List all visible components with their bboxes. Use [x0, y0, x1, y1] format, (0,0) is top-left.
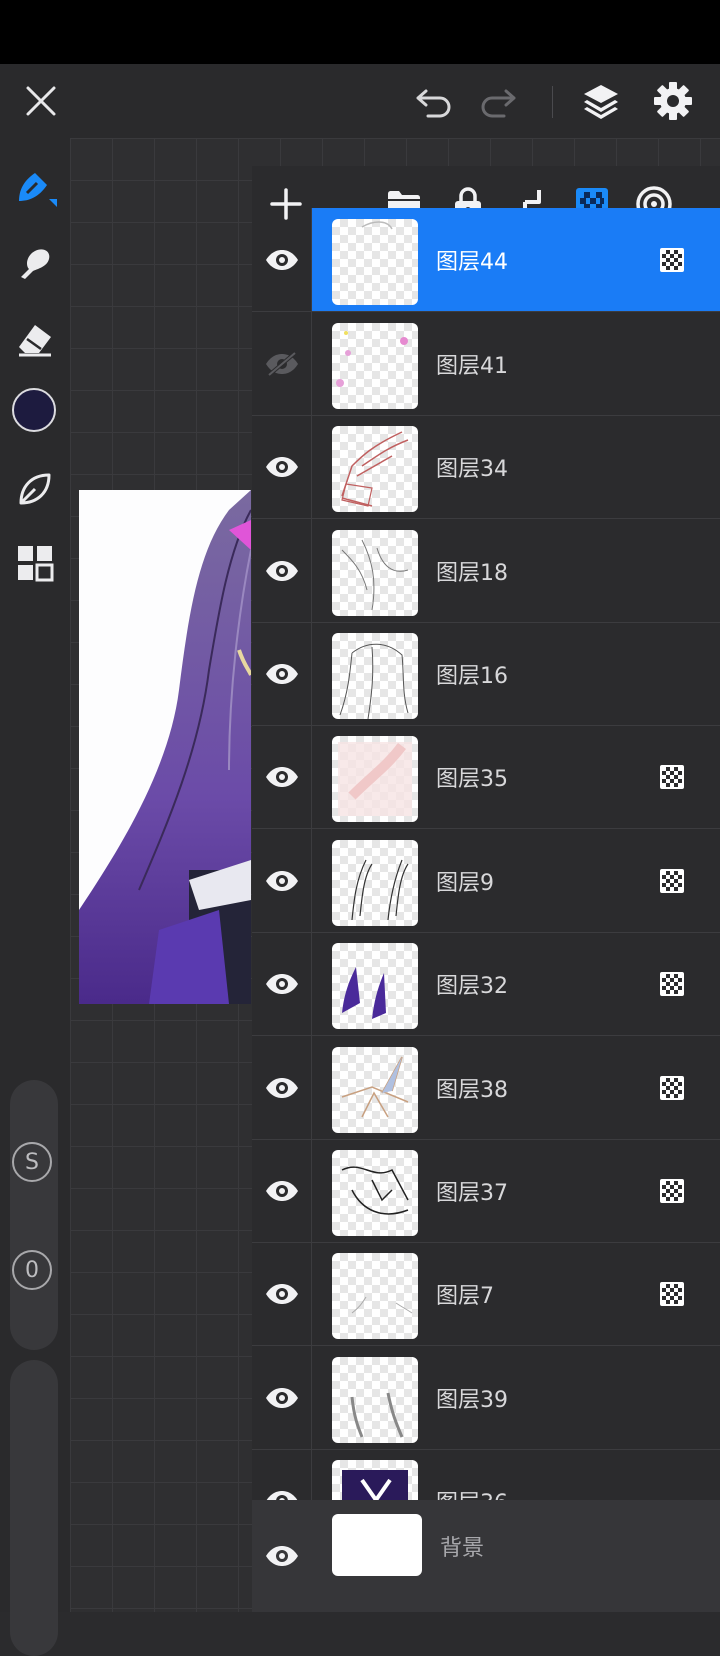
artwork-canvas[interactable]: [79, 490, 251, 1004]
alpha-lock-icon[interactable]: [660, 972, 684, 996]
redo-icon[interactable]: [476, 80, 520, 124]
eraser-icon[interactable]: [10, 314, 60, 364]
layer-thumbnail: [332, 530, 418, 616]
eye-icon[interactable]: [260, 1536, 304, 1576]
layer-thumbnail: [332, 1150, 418, 1236]
size-label: S: [25, 1149, 39, 1175]
grid-icon[interactable]: [10, 538, 60, 588]
alpha-lock-icon[interactable]: [660, 1282, 684, 1306]
layer-row[interactable]: 图层37: [252, 1139, 720, 1243]
layer-name: 图层32: [436, 973, 508, 999]
layer-row[interactable]: 图层39: [252, 1346, 720, 1450]
background-layer-row[interactable]: 背景: [252, 1500, 720, 1612]
close-icon[interactable]: [18, 78, 64, 124]
smudge-icon[interactable]: [10, 238, 60, 288]
layer-name: 图层9: [436, 870, 494, 896]
layer-thumbnail: [332, 840, 418, 926]
layer-thumbnail: [332, 1357, 418, 1443]
layers-panel: 图层44 图层41 图层34 图层18 图层16 图层35 图层9 图层32 图层38 图层37 图…: [252, 166, 720, 1612]
layer-row[interactable]: 图层35: [252, 725, 720, 829]
gear-icon[interactable]: [650, 78, 696, 124]
eye-icon[interactable]: [252, 415, 312, 518]
undo-icon[interactable]: [412, 80, 456, 124]
layer-row[interactable]: 图层9: [252, 829, 720, 933]
layer-name: 图层44: [436, 249, 508, 275]
eye-icon[interactable]: [252, 932, 312, 1035]
layer-row[interactable]: 图层32: [252, 932, 720, 1036]
layer-row[interactable]: 图层38: [252, 1036, 720, 1140]
layer-thumbnail: [332, 323, 418, 409]
layer-thumbnail: [332, 633, 418, 719]
layer-name: 背景: [440, 1536, 485, 1561]
layer-row[interactable]: 图层16: [252, 622, 720, 726]
alpha-lock-icon[interactable]: [660, 248, 684, 272]
color-swatch[interactable]: [12, 388, 56, 432]
layer-name: 图层35: [436, 766, 508, 792]
layer-row[interactable]: 图层44: [252, 208, 720, 312]
layer-name: 图层41: [436, 353, 508, 379]
layer-name: 图层38: [436, 1077, 508, 1103]
eye-hidden-icon[interactable]: [252, 312, 312, 415]
layer-name: 图层18: [436, 560, 508, 586]
layer-row[interactable]: 图层34: [252, 415, 720, 519]
layer-name: 图层34: [436, 456, 508, 482]
eye-icon[interactable]: [252, 208, 312, 311]
status-bar: [0, 0, 720, 64]
layer-row[interactable]: 图层7: [252, 1242, 720, 1346]
layer-name: 图层39: [436, 1387, 508, 1413]
alpha-lock-icon[interactable]: [660, 1076, 684, 1100]
layer-name: 图层7: [436, 1283, 494, 1309]
size-toggle-button[interactable]: S: [12, 1142, 52, 1182]
top-toolbar: [0, 64, 720, 138]
layer-thumbnail: [332, 736, 418, 822]
eye-icon[interactable]: [252, 1036, 312, 1139]
layers-icon[interactable]: [578, 78, 624, 124]
layer-thumbnail: [332, 1253, 418, 1339]
alpha-lock-icon[interactable]: [660, 1179, 684, 1203]
opacity-toggle-button[interactable]: 0: [12, 1250, 52, 1290]
layer-thumbnail: [332, 1514, 422, 1576]
artwork-illustration: [79, 490, 251, 1004]
toolbar-divider: [552, 86, 553, 118]
brush-size-slider[interactable]: [10, 1080, 58, 1350]
eye-icon[interactable]: [252, 1139, 312, 1242]
layer-thumbnail: [332, 1047, 418, 1133]
layer-row[interactable]: 图层18: [252, 519, 720, 623]
layer-row[interactable]: 图层41: [252, 312, 720, 416]
eye-icon[interactable]: [252, 1242, 312, 1345]
opacity-label: 0: [25, 1257, 39, 1283]
brush-icon[interactable]: [10, 162, 60, 212]
alpha-lock-icon[interactable]: [660, 765, 684, 789]
alpha-lock-icon[interactable]: [660, 869, 684, 893]
eye-icon[interactable]: [252, 622, 312, 725]
eye-icon[interactable]: [252, 829, 312, 932]
layer-thumbnail: [332, 219, 418, 305]
layer-name: 图层37: [436, 1180, 508, 1206]
eye-icon[interactable]: [252, 725, 312, 828]
layer-thumbnail: [332, 943, 418, 1029]
layer-name: 图层16: [436, 663, 508, 689]
eye-icon[interactable]: [252, 1346, 312, 1449]
eye-icon[interactable]: [252, 519, 312, 622]
shape-icon[interactable]: [10, 464, 60, 514]
tool-sidebar: S 0: [0, 138, 70, 1656]
layer-thumbnail: [332, 426, 418, 512]
